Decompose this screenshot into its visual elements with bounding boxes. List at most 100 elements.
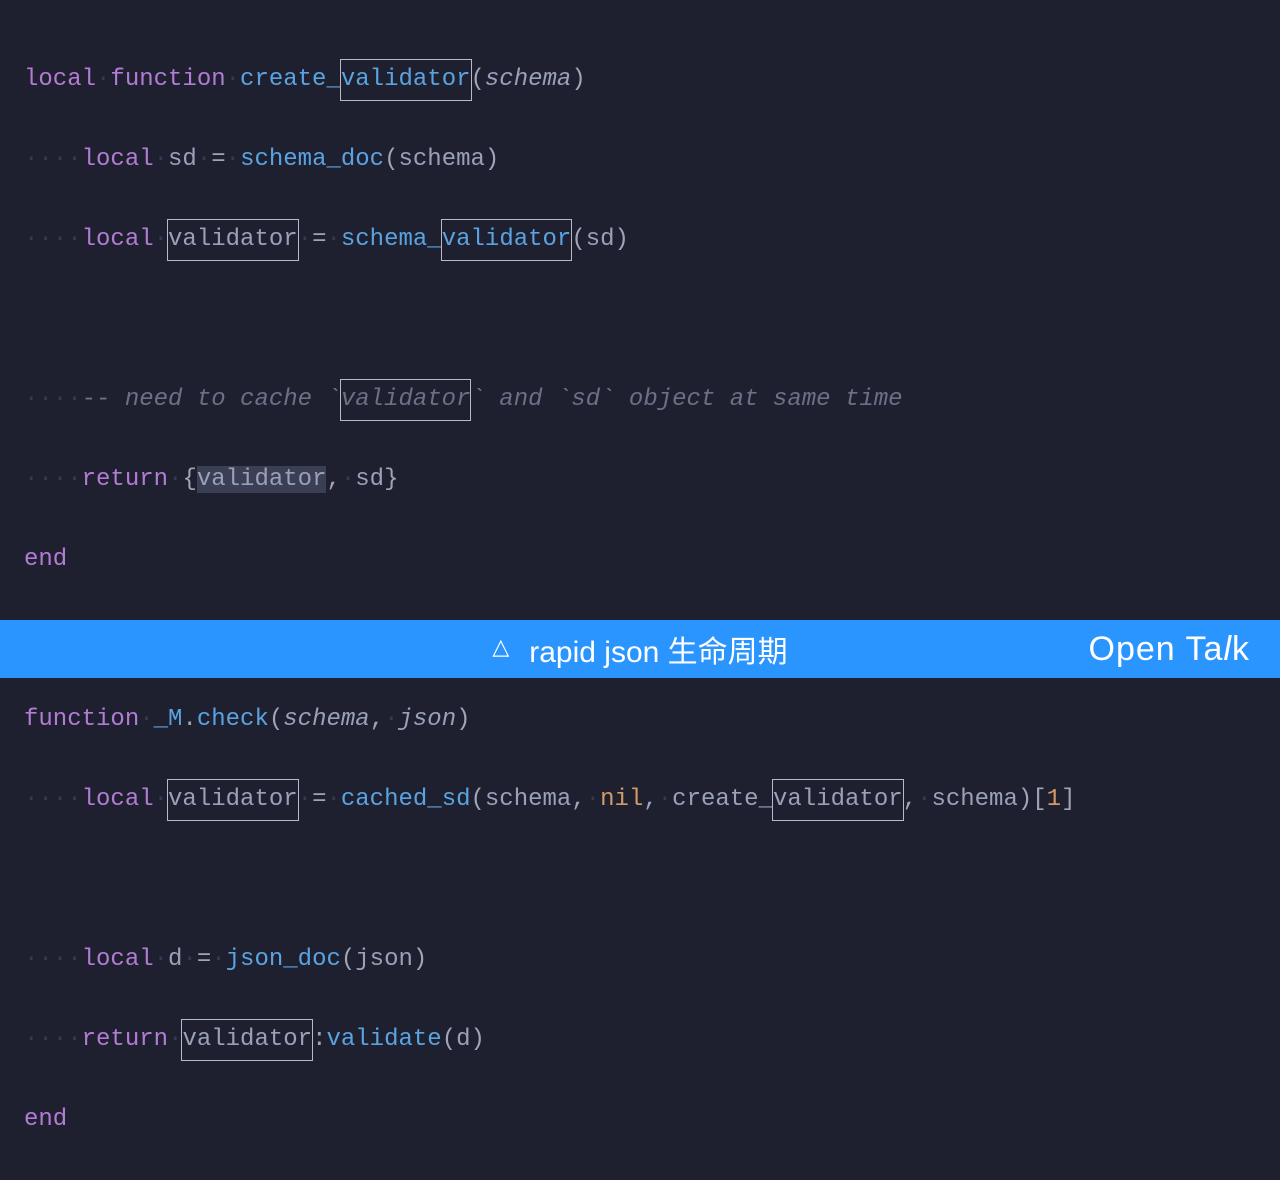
whitespace: · [384,706,398,733]
whitespace: ···· [24,386,82,413]
highlighted-validator: validator [167,779,299,821]
footer-bar: △ rapid json 生命周期 Open Talk [0,620,1280,678]
paren-open: ( [471,786,485,813]
whitespace: · [154,146,168,173]
whitespace: · [341,466,355,493]
comma: , [571,786,585,813]
identifier: create_ [672,786,773,813]
namespace: _M [154,706,183,733]
brand-text: Open Ta [1089,630,1224,668]
parameter: schema [283,706,369,733]
bracket-close: ] [1061,786,1075,813]
code-line[interactable]: function·_M.check(schema,·json) [24,700,1256,740]
nil-literal: nil [600,786,643,813]
whitespace: · [298,786,312,813]
whitespace: · [326,786,340,813]
whitespace: ···· [24,946,82,973]
argument: schema [931,786,1017,813]
whitespace: ···· [24,1026,82,1053]
code-line-empty[interactable] [24,300,1256,340]
comma: , [326,466,340,493]
code-editor[interactable]: local·function·create_validator(schema) … [0,0,1280,1180]
keyword-end: end [24,546,67,573]
paren-close: ) [615,226,629,253]
colon: : [312,1026,326,1053]
code-line-empty[interactable] [24,860,1256,900]
code-line[interactable]: end [24,540,1256,580]
triangle-icon: △ [492,634,509,660]
highlighted-validator: validator [181,1019,313,1061]
function-call: schema_ [341,226,442,253]
argument: schema [485,786,571,813]
whitespace: ···· [24,786,82,813]
paren-open: ( [341,946,355,973]
keyword-local: local [24,66,96,93]
whitespace: · [326,226,340,253]
whitespace: · [168,1026,182,1053]
code-line[interactable]: ····local·validator·=·schema_validator(s… [24,220,1256,260]
code-line[interactable]: ····local·d·=·json_doc(json) [24,940,1256,980]
code-line[interactable]: ····local·validator·=·cached_sd(schema,·… [24,780,1256,820]
brand-logo: Open Talk [1089,630,1250,669]
dot: . [182,706,196,733]
function-call: json_doc [226,946,341,973]
paren-open: ( [471,66,485,93]
whitespace: · [226,66,240,93]
keyword-return: return [82,466,168,493]
brace-close: } [384,466,398,493]
keyword-local: local [82,146,154,173]
function-name: create_ [240,66,341,93]
keyword-local: local [82,226,154,253]
code-line[interactable]: ····return·{validator,·sd} [24,460,1256,500]
equals: = [197,946,211,973]
whitespace: · [197,146,211,173]
code-line[interactable]: ····local·sd·=·schema_doc(schema) [24,140,1256,180]
whitespace: · [298,226,312,253]
comment: -- need to cache ` [82,386,341,413]
paren-open: ( [384,146,398,173]
parameter: json [399,706,457,733]
number: 1 [1047,786,1061,813]
whitespace: ···· [24,146,82,173]
equals: = [211,146,225,173]
highlighted-validator: validator [340,379,472,421]
whitespace: · [182,946,196,973]
paren-close: ) [571,66,585,93]
brand-text-slant: l [1223,630,1232,668]
comma: , [370,706,384,733]
highlighted-validator: validator [340,59,472,101]
code-line[interactable]: end [24,1100,1256,1140]
code-line[interactable]: ····return·validator:validate(d) [24,1020,1256,1060]
argument: sd [586,226,615,253]
keyword-return: return [82,1026,168,1053]
argument: json [355,946,413,973]
comma: , [903,786,917,813]
whitespace: · [154,786,168,813]
paren-close: ) [1018,786,1032,813]
parameter: schema [485,66,571,93]
keyword-local: local [82,786,154,813]
whitespace: · [139,706,153,733]
code-line[interactable]: ····-- need to cache `validator` and `sd… [24,380,1256,420]
function-name: check [197,706,269,733]
comment: ` and `sd` object at same time [470,386,902,413]
keyword-function: function [24,706,139,733]
highlighted-validator: validator [772,779,904,821]
function-call: schema_doc [240,146,384,173]
whitespace: · [586,786,600,813]
function-call: cached_sd [341,786,471,813]
whitespace: · [658,786,672,813]
footer-title: rapid json 生命周期 [529,627,787,671]
keyword-function: function [110,66,225,93]
equals: = [312,226,326,253]
keyword-end: end [24,1106,67,1133]
footer-title-group: △ rapid json 生命周期 [492,627,787,671]
whitespace: · [154,946,168,973]
whitespace: ···· [24,226,82,253]
identifier: sd [355,466,384,493]
argument: d [456,1026,470,1053]
paren-close: ) [456,706,470,733]
whitespace: · [96,66,110,93]
code-line[interactable]: local·function·create_validator(schema) [24,60,1256,100]
paren-open: ( [571,226,585,253]
